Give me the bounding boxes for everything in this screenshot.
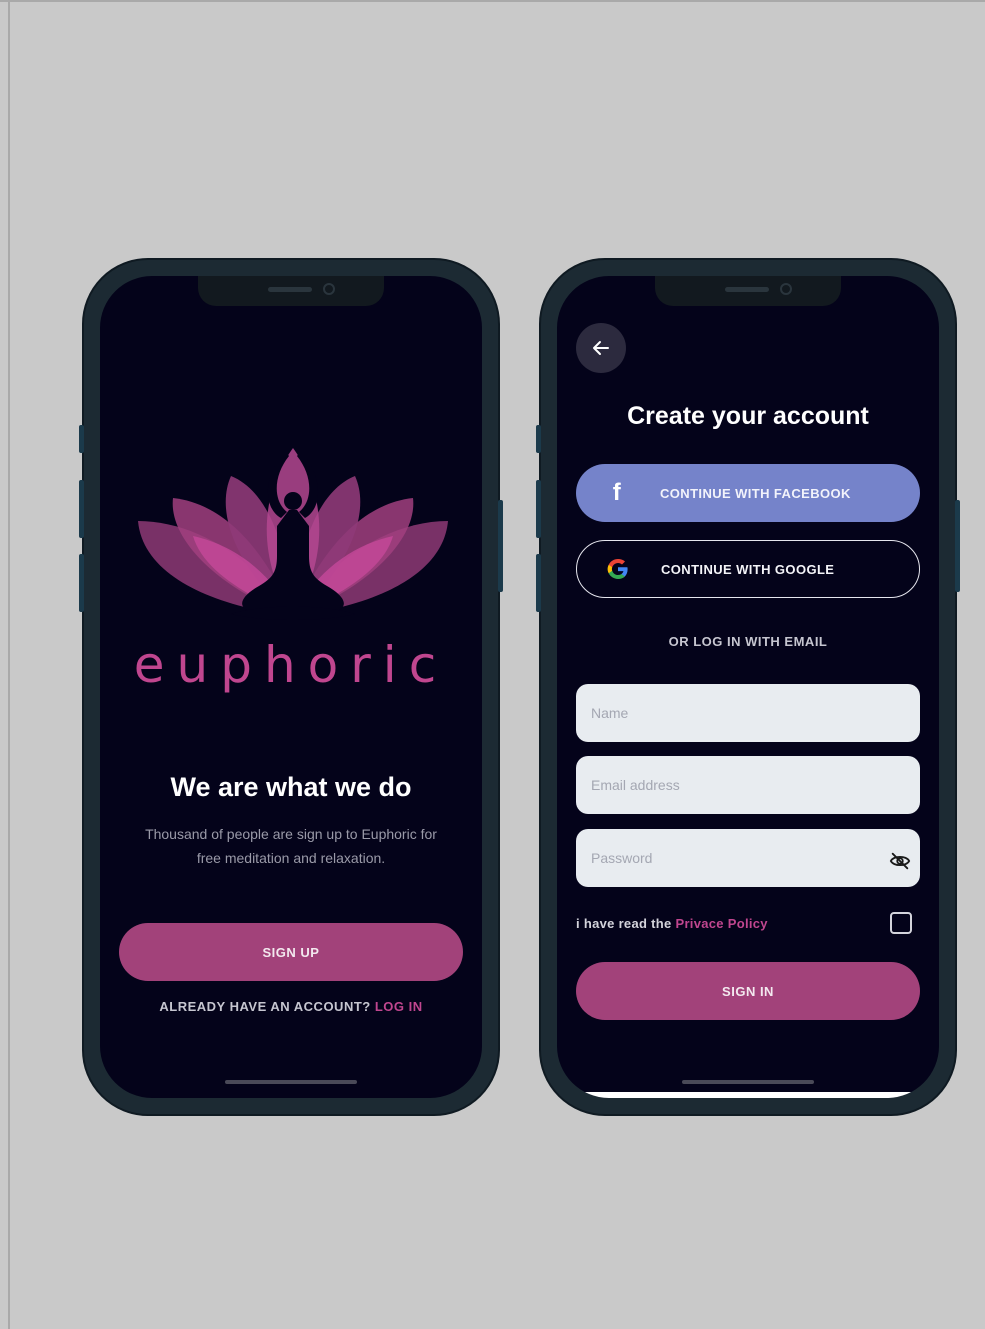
name-input[interactable] (576, 684, 920, 742)
home-indicator (225, 1080, 357, 1084)
privacy-policy-text: i have read the Privace Policy (576, 916, 768, 931)
facebook-button-label: CONTINUE WITH FACEBOOK (660, 485, 851, 501)
continue-with-facebook-button[interactable]: f CONTINUE WITH FACEBOOK (576, 464, 920, 522)
volume-down-button (536, 554, 541, 612)
google-button-label: CONTINUE WITH GOOGLE (661, 561, 835, 577)
speaker (725, 287, 769, 292)
back-button[interactable] (576, 323, 626, 373)
already-text: ALREADY HAVE AN ACCOUNT? (159, 999, 371, 1014)
bottom-strip (583, 1092, 913, 1098)
or-divider-text: OR LOG IN WITH EMAIL (668, 634, 828, 649)
speaker (268, 287, 312, 292)
mute-switch (536, 425, 541, 453)
privacy-policy-checkbox[interactable] (890, 912, 912, 934)
continue-with-google-button[interactable]: CONTINUE WITH GOOGLE (576, 540, 920, 598)
page-title: Create your account (627, 402, 869, 430)
volume-up-button (79, 480, 84, 538)
notch (198, 276, 384, 306)
log-in-link[interactable]: LOG IN (375, 999, 423, 1014)
volume-down-button (79, 554, 84, 612)
facebook-icon: f (612, 479, 622, 506)
mute-switch (79, 425, 84, 453)
sign-up-button[interactable]: SIGN UP (119, 923, 463, 981)
email-input[interactable] (576, 756, 920, 814)
privacy-policy-link[interactable]: Privace Policy (675, 916, 767, 931)
phone-signup: Create your account f CONTINUE WITH FACE… (536, 258, 960, 1116)
lotus-logo (130, 448, 456, 638)
tagline-heading: We are what we do (170, 772, 412, 802)
signup-screen: Create your account f CONTINUE WITH FACE… (557, 276, 939, 1098)
camera (780, 283, 792, 295)
camera (323, 283, 335, 295)
welcome-screen: euphoric We are what we do Thousand of p… (100, 276, 482, 1098)
password-input[interactable] (576, 829, 920, 887)
eye-off-icon[interactable] (889, 850, 911, 872)
phone-welcome: euphoric We are what we do Thousand of p… (79, 258, 503, 1116)
google-icon (603, 554, 633, 584)
brand-wordmark: euphoric (133, 636, 449, 694)
welcome-description: Thousand of people are sign up to Euphor… (145, 826, 437, 866)
already-have-account: ALREADY HAVE AN ACCOUNT? LOG IN (100, 999, 482, 1014)
power-button (498, 500, 503, 592)
sign-in-button[interactable]: SIGN IN (576, 962, 920, 1020)
policy-prefix: i have read the (576, 916, 672, 931)
canvas-border-left (8, 0, 10, 1329)
notch (655, 276, 841, 306)
home-indicator (682, 1080, 814, 1084)
canvas-border-top (0, 0, 985, 2)
volume-up-button (536, 480, 541, 538)
power-button (955, 500, 960, 592)
arrow-left-icon (593, 341, 609, 355)
